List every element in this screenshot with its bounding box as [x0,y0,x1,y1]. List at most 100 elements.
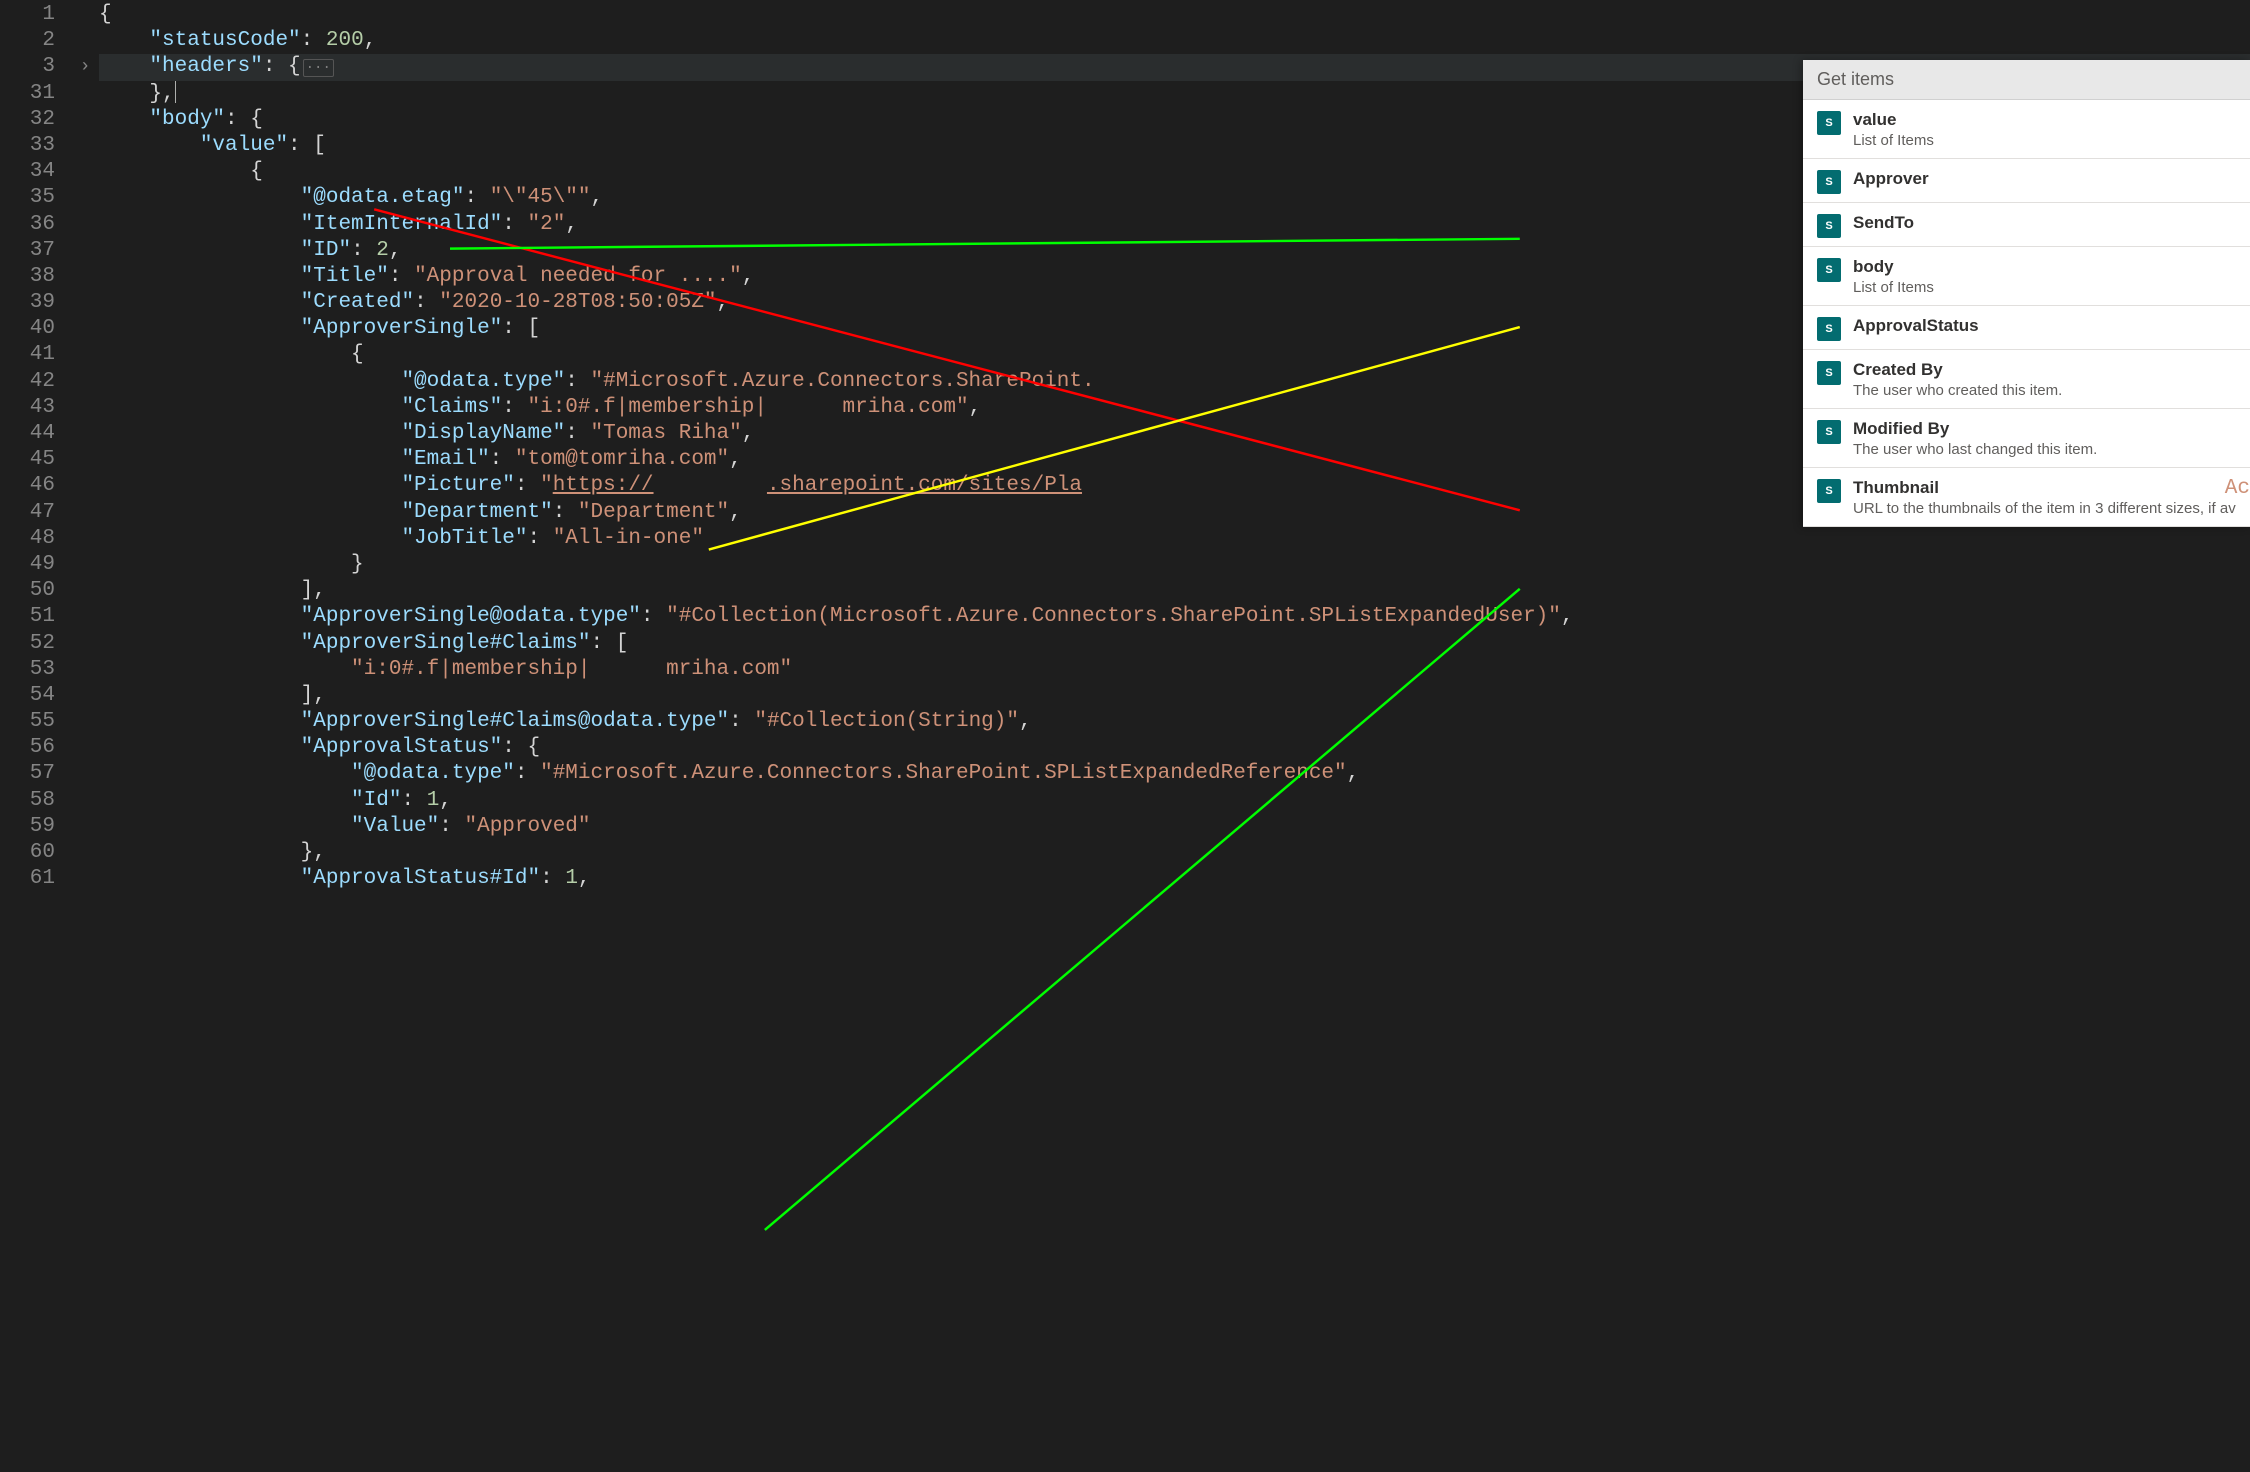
fold-indicator[interactable]: › [75,54,95,80]
fold-indicator[interactable] [75,290,95,316]
fold-indicator[interactable] [75,657,95,683]
line-number: 41 [0,342,55,368]
code-line[interactable]: "JobTitle": "All-in-one" [99,526,2250,552]
sharepoint-icon: S [1817,361,1841,385]
dynamic-content-item[interactable]: SbodyList of Items [1803,247,2250,306]
line-number: 51 [0,604,55,630]
line-number: 34 [0,159,55,185]
fold-indicator[interactable] [75,133,95,159]
code-line[interactable]: "ApprovalStatus#Id": 1, [99,866,2250,892]
dynamic-item-title: body [1853,256,2236,278]
code-line[interactable]: ], [99,683,2250,709]
code-line[interactable]: "ApprovalStatus": { [99,735,2250,761]
code-line[interactable]: "i:0#.f|membership| mriha.com" [99,657,2250,683]
line-number: 47 [0,500,55,526]
code-line[interactable]: "statusCode": 200, [99,28,2250,54]
line-number: 37 [0,238,55,264]
fold-indicator[interactable] [75,342,95,368]
collapsed-region-icon[interactable]: ··· [303,59,334,77]
code-line[interactable]: ], [99,578,2250,604]
dynamic-content-list[interactable]: SvalueList of ItemsSApproverSSendToSbody… [1803,100,2250,527]
fold-indicator[interactable] [75,604,95,630]
fold-indicator[interactable] [75,395,95,421]
fold-indicator[interactable] [75,473,95,499]
dynamic-item-title: Created By [1853,359,2236,381]
fold-indicator[interactable] [75,552,95,578]
fold-indicator[interactable] [75,264,95,290]
dynamic-content-item[interactable]: SSendTo [1803,203,2250,247]
fold-indicator[interactable] [75,631,95,657]
code-line[interactable]: "@odata.type": "#Microsoft.Azure.Connect… [99,761,2250,787]
code-line[interactable]: "Value": "Approved" [99,814,2250,840]
code-line[interactable]: { [99,2,2250,28]
fold-indicator[interactable] [75,421,95,447]
fold-indicator[interactable] [75,814,95,840]
line-number: 43 [0,395,55,421]
fold-indicator[interactable] [75,526,95,552]
fold-indicator[interactable] [75,709,95,735]
fold-indicator[interactable] [75,2,95,28]
code-line[interactable]: }, [99,840,2250,866]
code-line[interactable]: "ApproverSingle#Claims": [ [99,631,2250,657]
fold-indicator[interactable] [75,683,95,709]
fold-indicator[interactable] [75,735,95,761]
fold-indicator[interactable] [75,185,95,211]
fold-indicator[interactable] [75,238,95,264]
dynamic-content-item[interactable]: SModified ByThe user who last changed th… [1803,409,2250,468]
line-number: 3 [0,54,55,80]
text-cursor [175,81,176,103]
fold-indicator[interactable] [75,316,95,342]
line-number: 32 [0,107,55,133]
dynamic-item-subtitle: List of Items [1853,278,2236,297]
fold-indicator[interactable] [75,578,95,604]
fold-column[interactable]: › [75,0,95,1472]
dynamic-content-item[interactable]: S Created ByThe user who created this ite… [1803,350,2250,409]
sharepoint-icon: S [1817,214,1841,238]
dynamic-content-item[interactable]: SThumbnailURL to the thumbnails of the i… [1803,468,2250,527]
code-line[interactable]: "Id": 1, [99,788,2250,814]
sharepoint-icon: S [1817,479,1841,503]
code-line[interactable]: } [99,552,2250,578]
dynamic-item-title: Approver [1853,168,2236,190]
fold-indicator[interactable] [75,81,95,107]
fold-indicator[interactable] [75,788,95,814]
fold-indicator[interactable] [75,500,95,526]
fold-indicator[interactable] [75,212,95,238]
fold-indicator[interactable] [75,107,95,133]
dynamic-content-item[interactable]: SApprovalStatus [1803,306,2250,350]
line-number: 59 [0,814,55,840]
fold-indicator[interactable] [75,866,95,892]
fold-indicator[interactable] [75,159,95,185]
line-number: 55 [0,709,55,735]
line-number: 53 [0,657,55,683]
fold-indicator[interactable] [75,761,95,787]
sharepoint-icon: S [1817,111,1841,135]
dynamic-item-subtitle: The user who last changed this item. [1853,440,2236,459]
dynamic-content-item[interactable]: S Approver [1803,159,2250,203]
line-number: 36 [0,212,55,238]
dynamic-item-title: Modified By [1853,418,2236,440]
line-number: 45 [0,447,55,473]
dynamic-content-item[interactable]: SvalueList of Items [1803,100,2250,159]
line-number: 46 [0,473,55,499]
line-number: 57 [0,761,55,787]
truncated-text-hint: Ac [2225,477,2250,500]
dynamic-item-subtitle: The user who created this item. [1853,381,2236,400]
line-number: 2 [0,28,55,54]
fold-indicator[interactable] [75,840,95,866]
sharepoint-icon: S [1817,258,1841,282]
line-number: 31 [0,81,55,107]
line-number: 61 [0,866,55,892]
sharepoint-icon: S [1817,317,1841,341]
fold-indicator[interactable] [75,369,95,395]
code-line[interactable]: "ApproverSingle#Claims@odata.type": "#Co… [99,709,2250,735]
fold-indicator[interactable] [75,28,95,54]
sharepoint-icon: S [1817,170,1841,194]
fold-indicator[interactable] [75,447,95,473]
line-number: 42 [0,369,55,395]
line-number: 60 [0,840,55,866]
code-line[interactable]: "ApproverSingle@odata.type": "#Collectio… [99,604,2250,630]
dynamic-item-subtitle: URL to the thumbnails of the item in 3 d… [1853,499,2236,518]
line-number: 35 [0,185,55,211]
line-number: 33 [0,133,55,159]
